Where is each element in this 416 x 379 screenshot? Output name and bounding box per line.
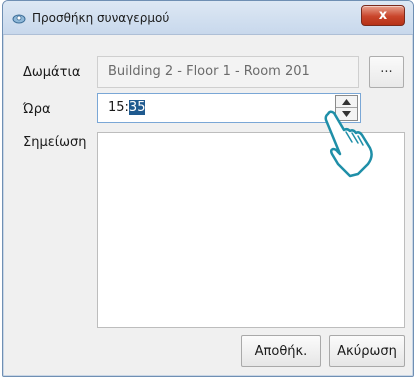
window-title: Προσθήκη συναγερμού — [32, 11, 170, 25]
hand-pointer-icon — [324, 110, 373, 178]
browse-room-button[interactable]: ··· — [369, 56, 404, 88]
note-label: Σημείωση — [23, 135, 87, 150]
spin-up-button[interactable] — [336, 96, 357, 108]
close-button[interactable]: x — [361, 5, 405, 26]
alarm-app-icon — [12, 14, 26, 24]
time-hours-text: 15: — [108, 100, 129, 115]
room-label: Δωμάτια — [23, 65, 81, 80]
time-minutes-selected: 35 — [128, 100, 146, 115]
time-label: Ώρα — [23, 102, 51, 117]
room-field[interactable]: Building 2 - Floor 1 - Room 201 — [97, 56, 359, 88]
close-icon: x — [378, 8, 388, 23]
cancel-button[interactable]: Ακύρωση — [329, 335, 405, 367]
title-bar: Προσθήκη συναγερμού x — [3, 1, 413, 35]
chevron-up-icon — [342, 98, 351, 105]
add-alarm-dialog: Προσθήκη συναγερμού x Δωμάτια Building 2… — [2, 0, 414, 377]
save-button[interactable]: Αποθήκ. — [241, 335, 321, 367]
